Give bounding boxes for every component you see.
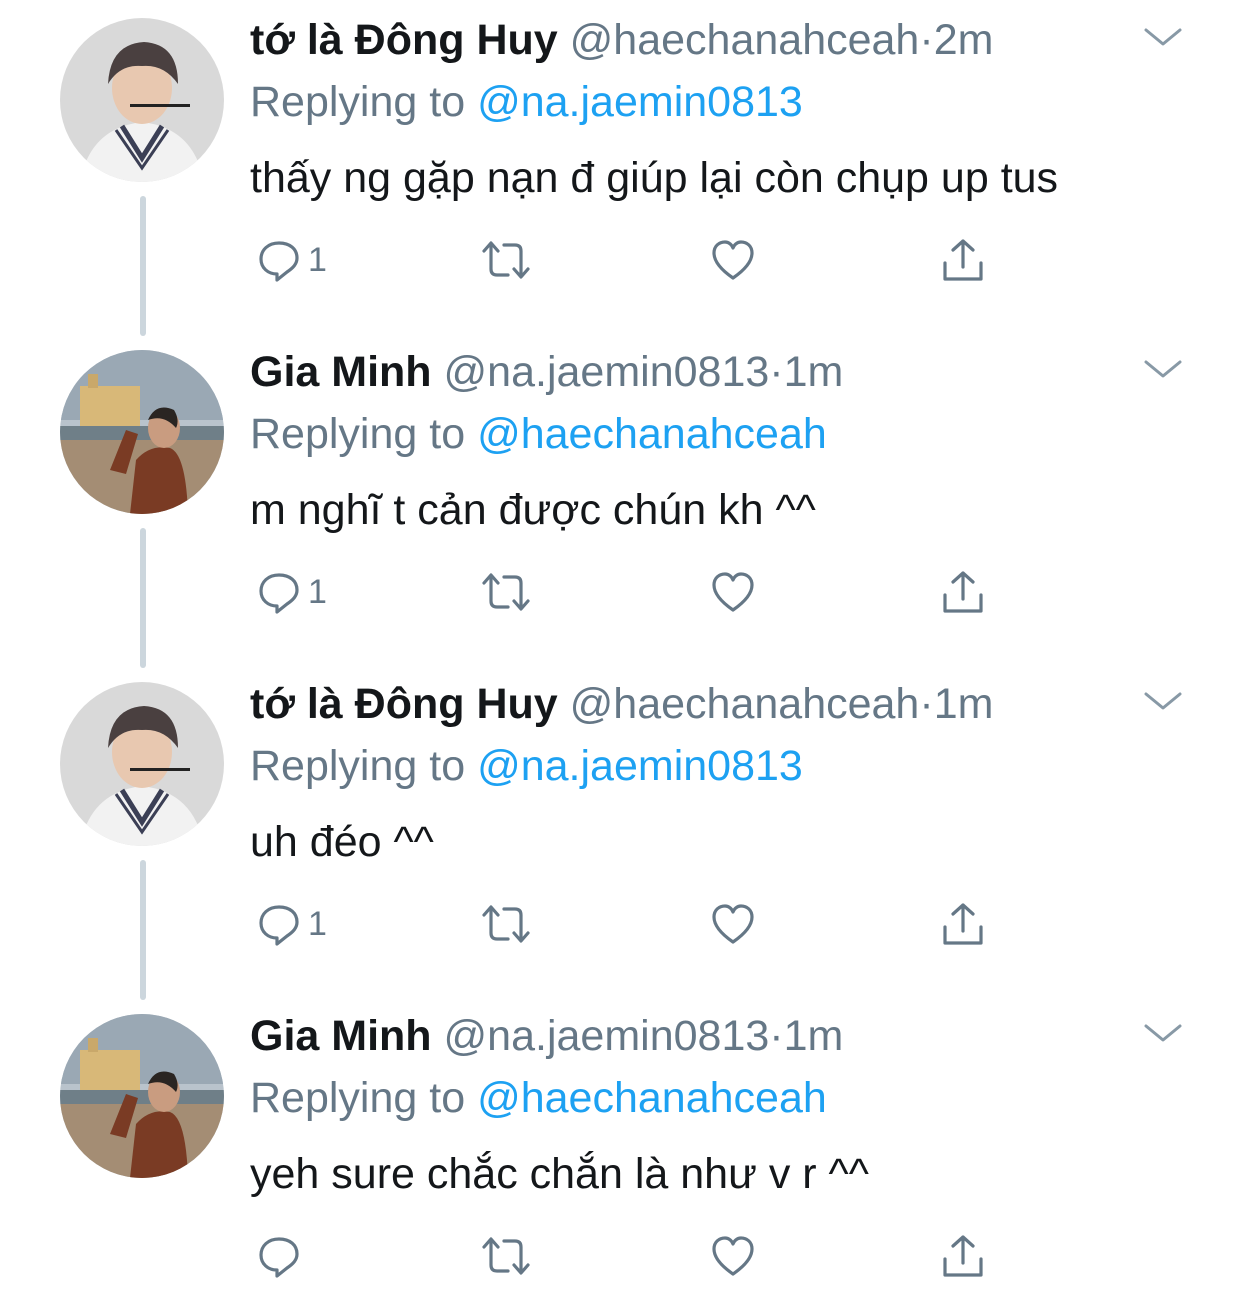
tweet-actions (250, 1228, 1010, 1284)
separator-dot: · (769, 348, 784, 396)
replying-to-label: Replying to (250, 742, 478, 790)
display-name[interactable]: Gia Minh (250, 1012, 432, 1060)
replying-to-line: Replying to @na.jaemin0813 (250, 76, 803, 128)
tweet[interactable]: tớ là Đông Huy @haechanahceah·1m Replyin… (0, 664, 1242, 1000)
reply-icon (259, 1237, 299, 1278)
avatar-gia-minh-image (60, 1014, 224, 1178)
chevron-down-icon[interactable] (1140, 1018, 1186, 1048)
tweet-header: Gia Minh @na.jaemin0813·1m (250, 1010, 843, 1062)
timestamp[interactable]: 1m (934, 680, 994, 728)
replying-to-label: Replying to (250, 410, 478, 458)
replying-to-label: Replying to (250, 1074, 478, 1122)
timestamp[interactable]: 1m (784, 1012, 844, 1060)
like-button[interactable] (710, 1228, 756, 1284)
reply-count: 1 (308, 240, 327, 279)
share-button[interactable] (940, 232, 986, 288)
share-icon (943, 571, 983, 613)
reply-button[interactable]: 1 (256, 232, 327, 288)
like-button[interactable] (710, 232, 756, 288)
tweet-thread: tớ là Đông Huy @haechanahceah·2m Replyin… (0, 0, 1242, 1309)
chevron-down-icon[interactable] (1140, 686, 1186, 716)
replying-to-line: Replying to @haechanahceah (250, 1072, 827, 1124)
avatar-dong-huy-image (60, 18, 224, 182)
separator-dot: · (769, 1012, 784, 1060)
tweet-header: tớ là Đông Huy @haechanahceah·2m (250, 14, 993, 66)
share-button[interactable] (940, 564, 986, 620)
avatar[interactable] (60, 1014, 224, 1178)
replying-to-line: Replying to @na.jaemin0813 (250, 740, 803, 792)
display-name[interactable]: Gia Minh (250, 348, 432, 396)
separator-dot: · (919, 680, 934, 728)
retweet-button[interactable] (480, 896, 532, 952)
timestamp[interactable]: 1m (784, 348, 844, 396)
replying-to-line: Replying to @haechanahceah (250, 408, 827, 460)
display-name[interactable]: tớ là Đông Huy (250, 16, 558, 64)
avatar[interactable] (60, 350, 224, 514)
share-button[interactable] (940, 1228, 986, 1284)
display-name[interactable]: tớ là Đông Huy (250, 680, 558, 728)
tweet[interactable]: tớ là Đông Huy @haechanahceah·2m Replyin… (0, 0, 1242, 336)
retweet-icon (482, 1237, 530, 1275)
heart-icon (712, 1236, 754, 1276)
like-button[interactable] (710, 564, 756, 620)
heart-icon (712, 572, 754, 612)
avatar-dong-huy-image (60, 682, 224, 846)
tweet-text: m nghĩ t cản được chún kh ^^ (250, 486, 816, 534)
retweet-button[interactable] (480, 1228, 532, 1284)
retweet-icon (482, 905, 530, 943)
mention-link[interactable]: @haechanahceah (477, 410, 827, 458)
retweet-button[interactable] (480, 232, 532, 288)
reply-icon (259, 905, 299, 946)
user-handle[interactable]: @na.jaemin0813 (444, 1012, 770, 1060)
chevron-down-icon[interactable] (1140, 22, 1186, 52)
mention-link[interactable]: @na.jaemin0813 (477, 78, 803, 126)
user-handle[interactable]: @haechanahceah (570, 16, 920, 64)
user-handle[interactable]: @haechanahceah (570, 680, 920, 728)
tweet-text: uh đéo ^^ (250, 818, 434, 866)
avatar-gia-minh-image (60, 350, 224, 514)
tweet-actions: 1 (250, 564, 1010, 620)
like-button[interactable] (710, 896, 756, 952)
replying-to-label: Replying to (250, 78, 478, 126)
tweet-actions: 1 (250, 232, 1010, 288)
reply-icon (259, 241, 299, 282)
timestamp[interactable]: 2m (934, 16, 994, 64)
retweet-button[interactable] (480, 564, 532, 620)
share-button[interactable] (940, 896, 986, 952)
share-icon (943, 903, 983, 945)
reply-button[interactable]: 1 (256, 896, 327, 952)
thread-connector-line (140, 528, 146, 668)
retweet-icon (482, 573, 530, 611)
avatar[interactable] (60, 682, 224, 846)
tweet-header: tớ là Đông Huy @haechanahceah·1m (250, 678, 993, 730)
tweet[interactable]: Gia Minh @na.jaemin0813·1m Replying to @… (0, 996, 1242, 1309)
separator-dot: · (919, 16, 934, 64)
thread-connector-line (140, 860, 146, 1000)
reply-count: 1 (308, 904, 327, 943)
chevron-down-icon[interactable] (1140, 354, 1186, 384)
tweet-actions: 1 (250, 896, 1010, 952)
share-icon (943, 239, 983, 281)
heart-icon (712, 904, 754, 944)
reply-icon (259, 573, 299, 614)
tweet-text: thấy ng gặp nạn đ giúp lại còn chụp up t… (250, 154, 1059, 202)
user-handle[interactable]: @na.jaemin0813 (444, 348, 770, 396)
tweet[interactable]: Gia Minh @na.jaemin0813·1m Replying to @… (0, 332, 1242, 668)
mention-link[interactable]: @na.jaemin0813 (477, 742, 803, 790)
share-icon (943, 1235, 983, 1277)
tweet-header: Gia Minh @na.jaemin0813·1m (250, 346, 843, 398)
tweet-text: yeh sure chắc chắn là như v r ^^ (250, 1150, 869, 1198)
reply-button[interactable]: 1 (256, 564, 327, 620)
reply-count: 1 (308, 572, 327, 611)
avatar[interactable] (60, 18, 224, 182)
reply-button[interactable] (256, 1228, 308, 1284)
thread-connector-line (140, 196, 146, 336)
mention-link[interactable]: @haechanahceah (477, 1074, 827, 1122)
heart-icon (712, 240, 754, 280)
retweet-icon (482, 241, 530, 279)
